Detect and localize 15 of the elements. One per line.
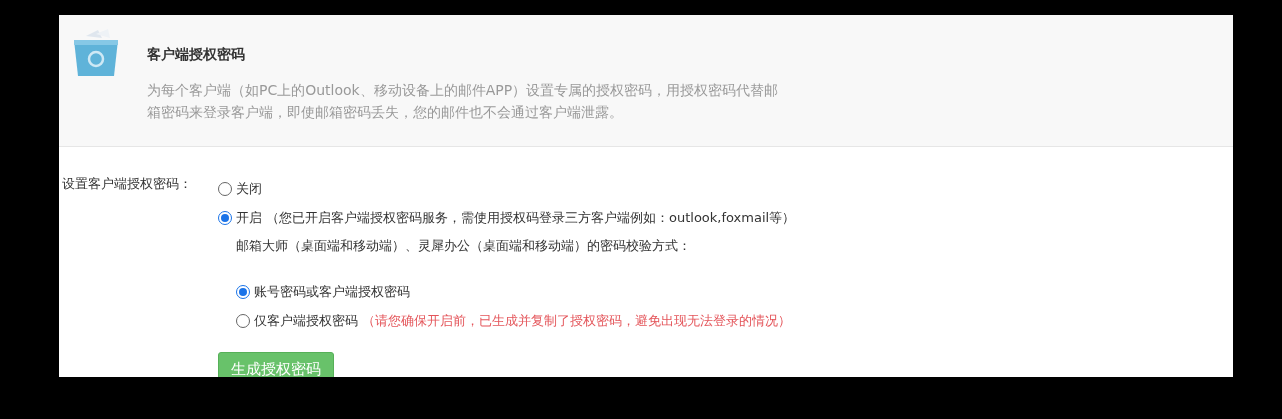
option-label[interactable]: 仅客户端授权密码 <box>254 311 358 331</box>
radio-button[interactable] <box>236 314 250 328</box>
recycle-bin-icon <box>72 28 120 78</box>
verify-method-label: 邮箱大师（桌面端和移动端）、灵犀办公（桌面端和移动端）的密码校验方式： <box>236 237 692 255</box>
option-label[interactable]: 开启 <box>236 207 262 228</box>
radio-button[interactable] <box>236 285 250 299</box>
warning-note: （请您确保开启前，已生成并复制了授权密码，避免出现无法登录的情况） <box>362 312 791 331</box>
option-note: （您已开启客户端授权密码服务，需使用授权码登录三方客户端例如：outlook,foxmail等） <box>266 208 796 227</box>
radio-button[interactable] <box>218 181 232 196</box>
section-title: 客户端授权密码 <box>147 45 246 64</box>
option-label[interactable]: 账号密码或客户端授权密码 <box>254 282 410 302</box>
option-label[interactable]: 关闭 <box>236 178 262 199</box>
section-description: 为每个客户端（如PC上的Outlook、移动设备上的邮件APP）设置专属的授权密码，用授权密码代替邮箱密码来登录客户端，即使邮箱密码丢失，您的邮件也不会通过客户端泄露。 <box>147 81 780 122</box>
radio-button[interactable] <box>218 210 232 225</box>
setting-label: 设置客户端授权密码： <box>61 175 193 193</box>
